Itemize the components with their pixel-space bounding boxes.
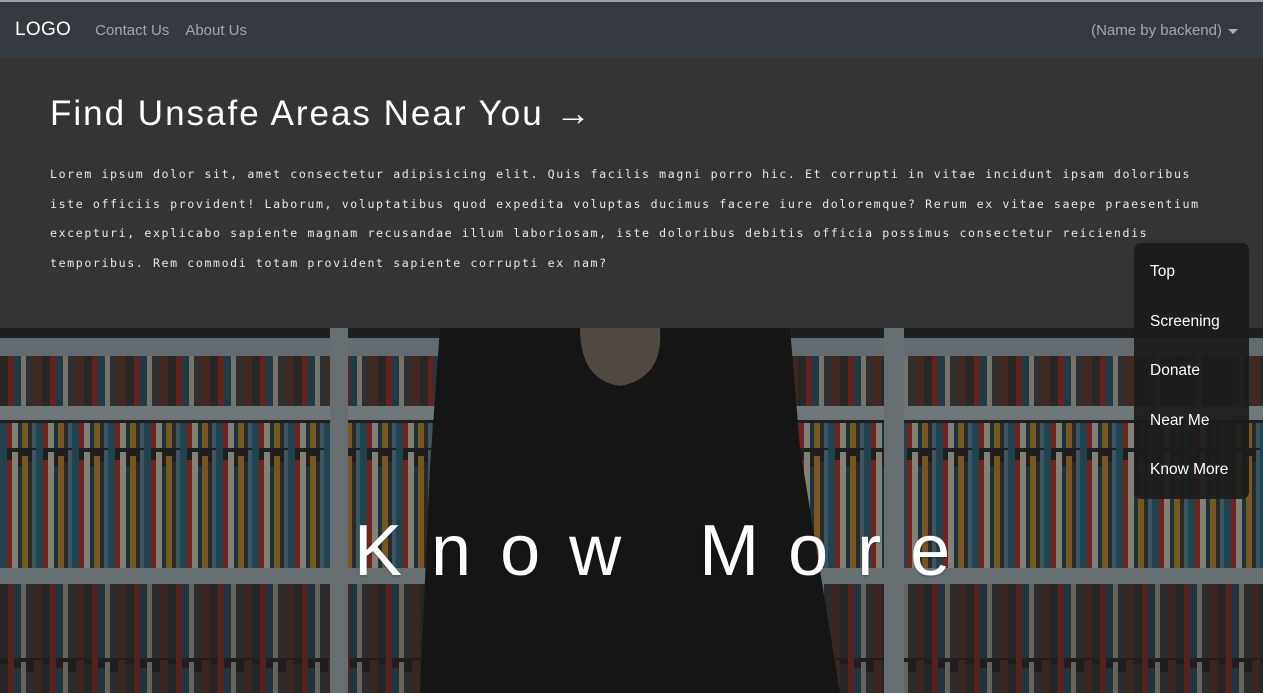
intro-paragraph: Lorem ipsum dolor sit, amet consectetur … — [50, 167, 1200, 270]
arrow-right-icon: → — [555, 94, 593, 133]
top-navbar: LOGO Contact Us About Us (Name by backen… — [0, 0, 1263, 58]
side-menu: Top Screening Donate Near Me Know More — [1134, 243, 1249, 499]
hero-section: Know More — [0, 328, 1263, 693]
side-menu-item-near-me[interactable]: Near Me — [1134, 396, 1249, 446]
intro-heading: Find Unsafe Areas Near You → — [50, 94, 1213, 134]
hero-title: Know More — [354, 511, 980, 591]
nav-link-about-us[interactable]: About Us — [185, 22, 247, 39]
side-menu-item-know-more[interactable]: Know More — [1134, 445, 1249, 495]
caret-down-icon — [1228, 28, 1238, 34]
nav-link-contact-us[interactable]: Contact Us — [95, 22, 169, 39]
side-menu-item-screening[interactable]: Screening — [1134, 297, 1249, 347]
user-dropdown[interactable]: (Name by backend) — [1091, 22, 1238, 39]
intro-heading-text: Find Unsafe Areas Near You — [50, 94, 544, 133]
user-dropdown-label: (Name by backend) — [1091, 21, 1222, 39]
side-menu-item-donate[interactable]: Donate — [1134, 346, 1249, 396]
page: LOGO Contact Us About Us (Name by backen… — [0, 0, 1263, 693]
logo[interactable]: LOGO — [15, 19, 71, 41]
intro-panel: Find Unsafe Areas Near You → Lorem ipsum… — [0, 58, 1263, 328]
side-menu-item-top[interactable]: Top — [1134, 247, 1249, 297]
